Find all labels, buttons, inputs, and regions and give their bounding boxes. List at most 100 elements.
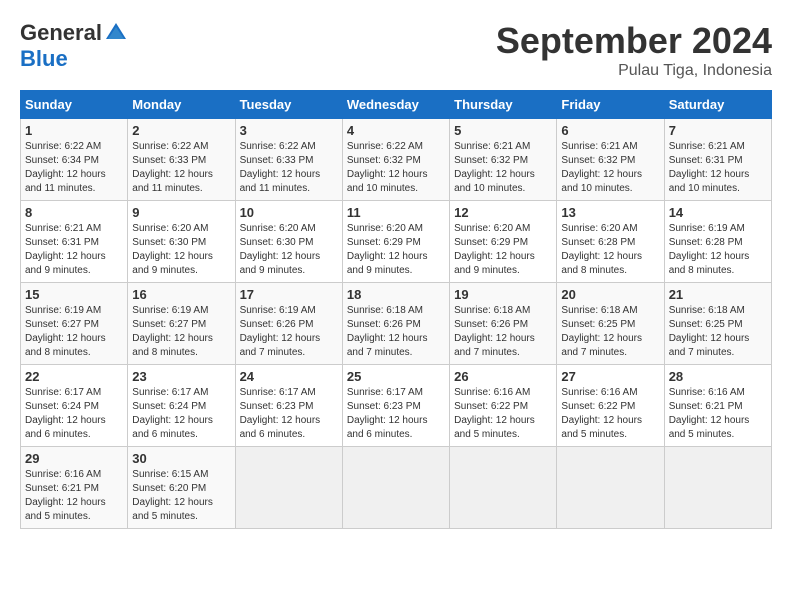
calendar-cell: 2 Sunrise: 6:22 AM Sunset: 6:33 PM Dayli… [128, 119, 235, 201]
daylight-label: Daylight: 12 hours and 7 minutes. [240, 333, 321, 358]
day-number: 5 [454, 123, 552, 138]
sunrise-label: Sunrise: 6:20 AM [561, 223, 637, 234]
calendar-cell: 21 Sunrise: 6:18 AM Sunset: 6:25 PM Dayl… [664, 283, 771, 365]
sunset-label: Sunset: 6:26 PM [347, 319, 421, 330]
calendar-cell: 1 Sunrise: 6:22 AM Sunset: 6:34 PM Dayli… [21, 119, 128, 201]
day-number: 24 [240, 369, 338, 384]
daylight-label: Daylight: 12 hours and 6 minutes. [132, 415, 213, 440]
sunrise-label: Sunrise: 6:20 AM [347, 223, 423, 234]
daylight-label: Daylight: 12 hours and 10 minutes. [347, 169, 428, 194]
sunset-label: Sunset: 6:27 PM [132, 319, 206, 330]
day-number: 26 [454, 369, 552, 384]
calendar-cell: 14 Sunrise: 6:19 AM Sunset: 6:28 PM Dayl… [664, 201, 771, 283]
sunset-label: Sunset: 6:29 PM [454, 237, 528, 248]
day-number: 11 [347, 205, 445, 220]
calendar-cell: 26 Sunrise: 6:16 AM Sunset: 6:22 PM Dayl… [450, 365, 557, 447]
sunrise-label: Sunrise: 6:17 AM [240, 387, 316, 398]
sunset-label: Sunset: 6:32 PM [347, 155, 421, 166]
logo: General Blue [20, 20, 128, 72]
daylight-label: Daylight: 12 hours and 7 minutes. [561, 333, 642, 358]
calendar-cell: 19 Sunrise: 6:18 AM Sunset: 6:26 PM Dayl… [450, 283, 557, 365]
calendar-header-row: Sunday Monday Tuesday Wednesday Thursday… [21, 91, 772, 119]
sunset-label: Sunset: 6:32 PM [454, 155, 528, 166]
sunrise-label: Sunrise: 6:19 AM [132, 305, 208, 316]
sunrise-label: Sunrise: 6:16 AM [25, 469, 101, 480]
sunrise-label: Sunrise: 6:16 AM [561, 387, 637, 398]
calendar-cell: 30 Sunrise: 6:15 AM Sunset: 6:20 PM Dayl… [128, 447, 235, 529]
month-title: September 2024 [496, 20, 772, 62]
day-number: 6 [561, 123, 659, 138]
day-info: Sunrise: 6:17 AM Sunset: 6:24 PM Dayligh… [25, 386, 123, 442]
sunrise-label: Sunrise: 6:20 AM [132, 223, 208, 234]
sunset-label: Sunset: 6:31 PM [669, 155, 743, 166]
sunrise-label: Sunrise: 6:19 AM [669, 223, 745, 234]
header-sunday: Sunday [21, 91, 128, 119]
daylight-label: Daylight: 12 hours and 11 minutes. [25, 169, 106, 194]
calendar-cell: 22 Sunrise: 6:17 AM Sunset: 6:24 PM Dayl… [21, 365, 128, 447]
day-number: 19 [454, 287, 552, 302]
sunrise-label: Sunrise: 6:21 AM [454, 141, 530, 152]
sunset-label: Sunset: 6:27 PM [25, 319, 99, 330]
header-saturday: Saturday [664, 91, 771, 119]
day-number: 9 [132, 205, 230, 220]
sunrise-label: Sunrise: 6:21 AM [25, 223, 101, 234]
day-number: 18 [347, 287, 445, 302]
calendar-week-4: 22 Sunrise: 6:17 AM Sunset: 6:24 PM Dayl… [21, 365, 772, 447]
day-info: Sunrise: 6:15 AM Sunset: 6:20 PM Dayligh… [132, 468, 230, 524]
calendar-cell [342, 447, 449, 529]
calendar-cell [664, 447, 771, 529]
calendar-cell [450, 447, 557, 529]
calendar-cell [557, 447, 664, 529]
day-number: 7 [669, 123, 767, 138]
calendar-cell: 20 Sunrise: 6:18 AM Sunset: 6:25 PM Dayl… [557, 283, 664, 365]
daylight-label: Daylight: 12 hours and 6 minutes. [347, 415, 428, 440]
sunrise-label: Sunrise: 6:18 AM [454, 305, 530, 316]
calendar-cell: 7 Sunrise: 6:21 AM Sunset: 6:31 PM Dayli… [664, 119, 771, 201]
day-info: Sunrise: 6:20 AM Sunset: 6:30 PM Dayligh… [240, 222, 338, 278]
header-friday: Friday [557, 91, 664, 119]
sunrise-label: Sunrise: 6:17 AM [347, 387, 423, 398]
sunset-label: Sunset: 6:26 PM [240, 319, 314, 330]
day-number: 23 [132, 369, 230, 384]
day-number: 15 [25, 287, 123, 302]
sunset-label: Sunset: 6:21 PM [669, 401, 743, 412]
calendar-week-1: 1 Sunrise: 6:22 AM Sunset: 6:34 PM Dayli… [21, 119, 772, 201]
daylight-label: Daylight: 12 hours and 10 minutes. [561, 169, 642, 194]
day-number: 27 [561, 369, 659, 384]
day-info: Sunrise: 6:22 AM Sunset: 6:32 PM Dayligh… [347, 140, 445, 196]
sunrise-label: Sunrise: 6:19 AM [25, 305, 101, 316]
daylight-label: Daylight: 12 hours and 6 minutes. [25, 415, 106, 440]
sunrise-label: Sunrise: 6:19 AM [240, 305, 316, 316]
calendar-cell: 17 Sunrise: 6:19 AM Sunset: 6:26 PM Dayl… [235, 283, 342, 365]
calendar-cell [235, 447, 342, 529]
sunset-label: Sunset: 6:20 PM [132, 483, 206, 494]
daylight-label: Daylight: 12 hours and 7 minutes. [454, 333, 535, 358]
calendar-cell: 28 Sunrise: 6:16 AM Sunset: 6:21 PM Dayl… [664, 365, 771, 447]
daylight-label: Daylight: 12 hours and 5 minutes. [669, 415, 750, 440]
day-info: Sunrise: 6:18 AM Sunset: 6:25 PM Dayligh… [561, 304, 659, 360]
daylight-label: Daylight: 12 hours and 9 minutes. [25, 251, 106, 276]
day-info: Sunrise: 6:21 AM Sunset: 6:31 PM Dayligh… [25, 222, 123, 278]
day-number: 28 [669, 369, 767, 384]
sunrise-label: Sunrise: 6:20 AM [240, 223, 316, 234]
day-info: Sunrise: 6:19 AM Sunset: 6:27 PM Dayligh… [25, 304, 123, 360]
sunset-label: Sunset: 6:23 PM [240, 401, 314, 412]
daylight-label: Daylight: 12 hours and 11 minutes. [132, 169, 213, 194]
sunset-label: Sunset: 6:28 PM [669, 237, 743, 248]
sunset-label: Sunset: 6:28 PM [561, 237, 635, 248]
day-number: 13 [561, 205, 659, 220]
day-info: Sunrise: 6:16 AM Sunset: 6:21 PM Dayligh… [669, 386, 767, 442]
day-number: 10 [240, 205, 338, 220]
day-info: Sunrise: 6:19 AM Sunset: 6:28 PM Dayligh… [669, 222, 767, 278]
sunset-label: Sunset: 6:31 PM [25, 237, 99, 248]
day-info: Sunrise: 6:20 AM Sunset: 6:30 PM Dayligh… [132, 222, 230, 278]
header-thursday: Thursday [450, 91, 557, 119]
day-info: Sunrise: 6:22 AM Sunset: 6:34 PM Dayligh… [25, 140, 123, 196]
sunrise-label: Sunrise: 6:16 AM [454, 387, 530, 398]
day-number: 22 [25, 369, 123, 384]
day-info: Sunrise: 6:19 AM Sunset: 6:26 PM Dayligh… [240, 304, 338, 360]
sunrise-label: Sunrise: 6:22 AM [132, 141, 208, 152]
daylight-label: Daylight: 12 hours and 9 minutes. [454, 251, 535, 276]
sunrise-label: Sunrise: 6:17 AM [25, 387, 101, 398]
location: Pulau Tiga, Indonesia [496, 62, 772, 80]
